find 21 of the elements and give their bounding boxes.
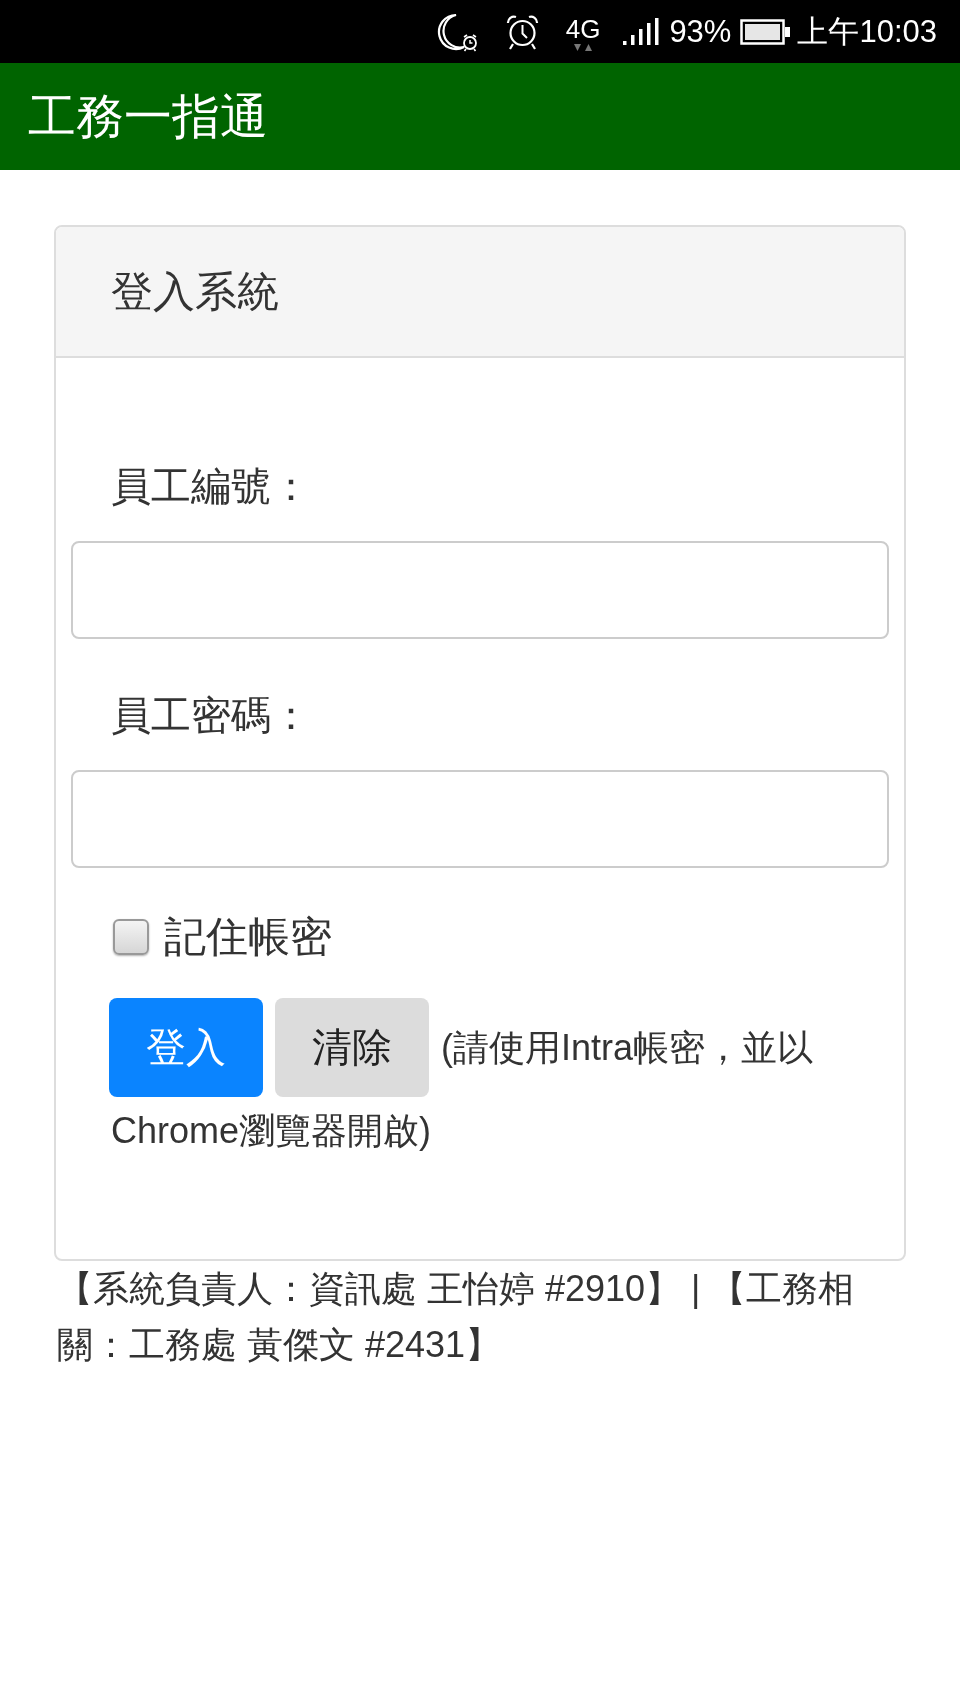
moon-clock-icon [436, 11, 479, 52]
battery-percentage: 93% [669, 13, 732, 50]
card-title: 登入系統 [111, 266, 279, 317]
hint-text: Chrome瀏覽器開啟) [111, 1109, 432, 1153]
field-label: 員工編號： [111, 463, 311, 510]
alarm-clock-icon [504, 13, 540, 50]
clock-time: 上午10:03 [797, 13, 937, 50]
field-label: 員工密碼： [111, 692, 311, 739]
checkbox-label: 記住帳密 [164, 912, 332, 962]
data-arrows-icon [574, 44, 593, 51]
hint-text: (請使用Intra帳密，並以 [441, 1025, 814, 1070]
input-field[interactable] [71, 770, 889, 868]
footer-contact-text: 【系統負責人：資訊處 王怡婷 #2910】 | 【工務相關：工務處 黃傑文 #2431】 [57, 1267, 856, 1367]
clear-button[interactable]: 清除 [275, 998, 429, 1097]
checkbox[interactable] [113, 919, 149, 955]
network-type-label: 4G [565, 16, 601, 42]
signal-icon [623, 18, 661, 45]
login-button[interactable]: 登入 [109, 998, 263, 1097]
input-field[interactable] [71, 541, 889, 639]
battery-icon [740, 18, 791, 45]
app-title: 工務一指通 [28, 88, 268, 145]
